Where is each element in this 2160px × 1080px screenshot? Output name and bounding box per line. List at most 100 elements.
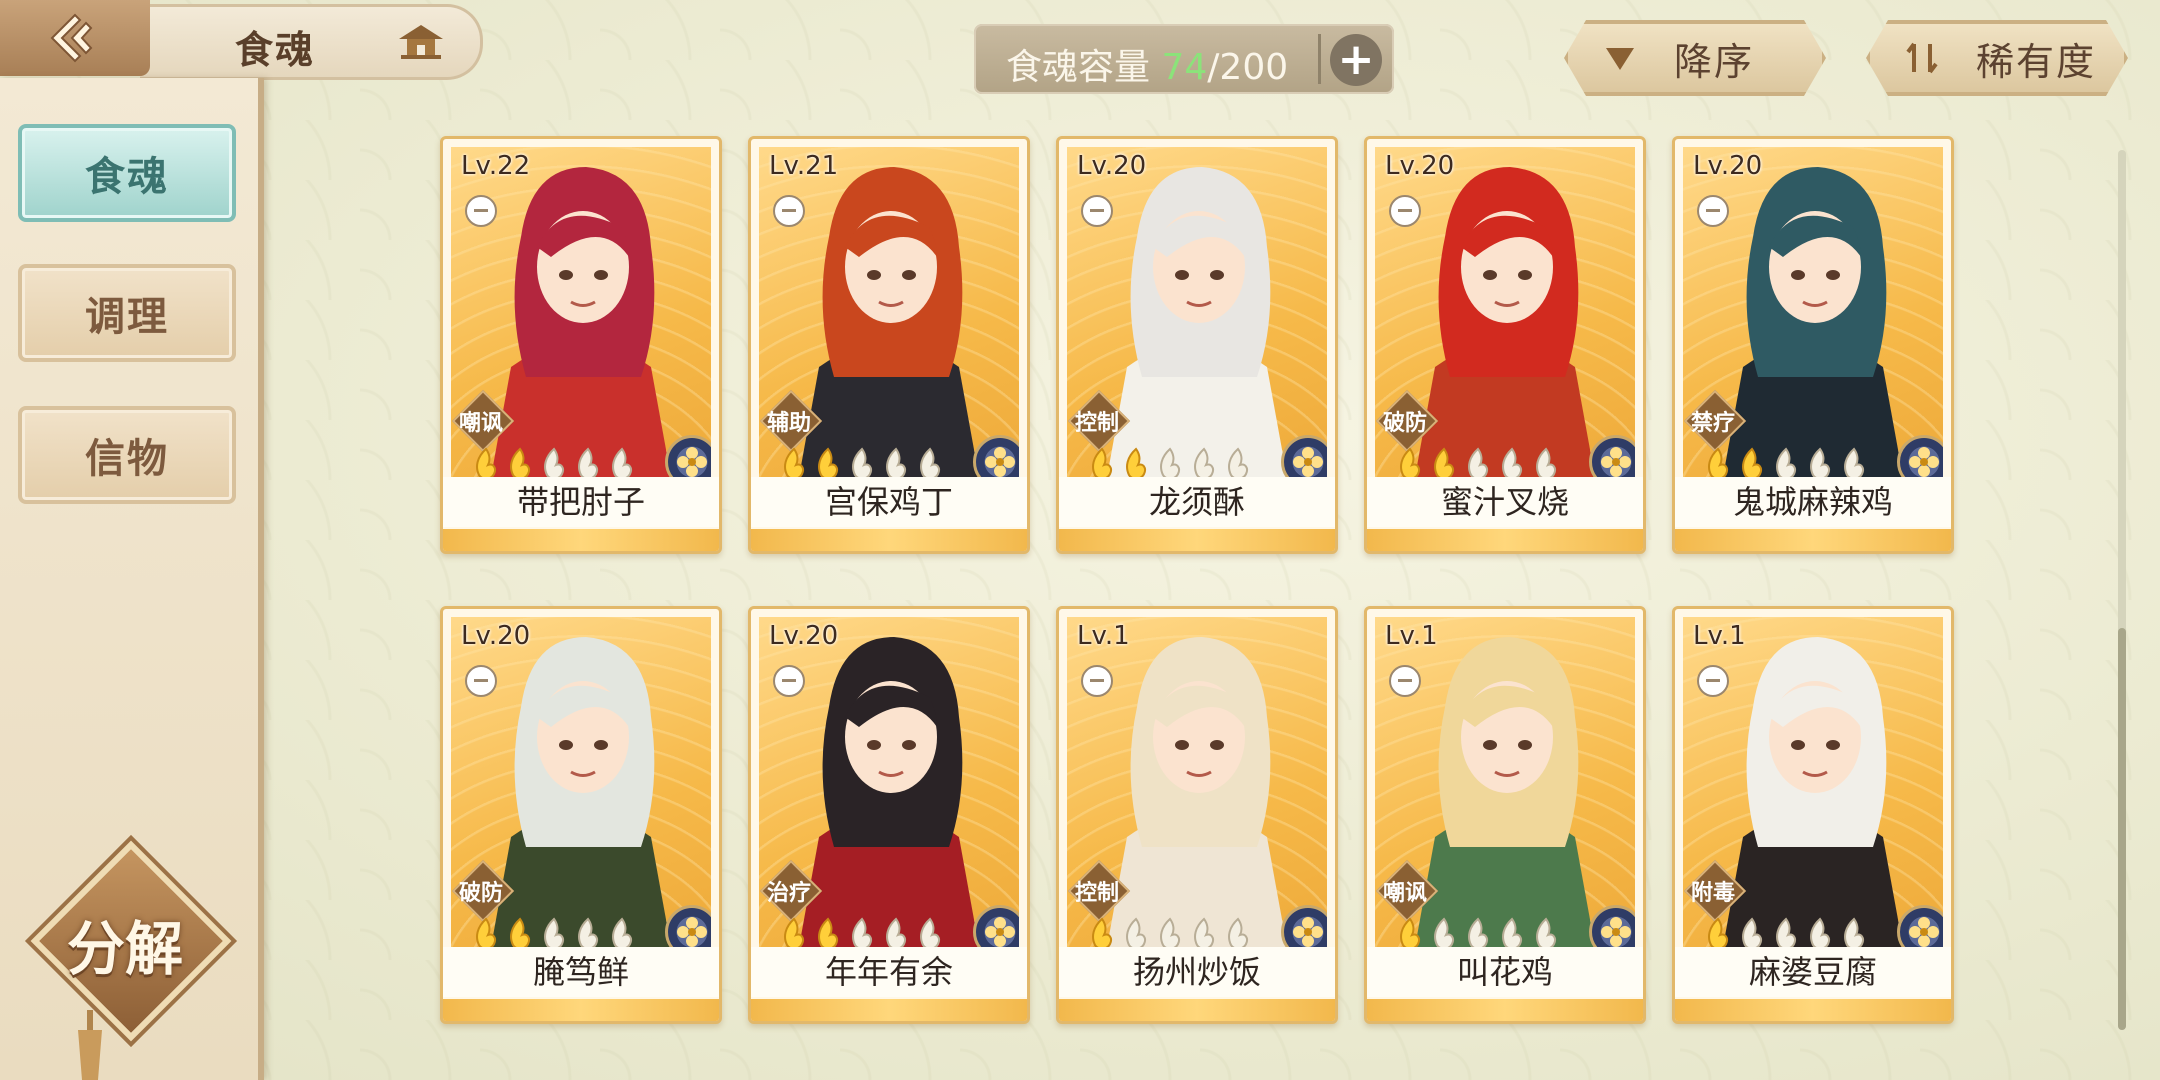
star-empty-icon: [1194, 447, 1215, 477]
title-bar: 食魂: [140, 4, 483, 80]
star-filled-icon: [1126, 447, 1147, 477]
star-rating: [1703, 447, 1869, 477]
star-filled-icon: [1092, 917, 1113, 947]
star-empty-icon: [1160, 447, 1181, 477]
card-name: 扬州炒饭: [1059, 947, 1335, 997]
food-soul-card[interactable]: Lv.20 破防: [440, 606, 722, 1024]
sidebar-item-conditioning[interactable]: 调理: [18, 264, 236, 362]
card-level: Lv.22: [461, 151, 531, 181]
star-rating: [1087, 917, 1253, 947]
flower-icon: [985, 447, 1015, 477]
role-label: 控制: [1074, 881, 1119, 906]
sidebar-item-tokens[interactable]: 信物: [18, 406, 236, 504]
lock-toggle-icon[interactable]: [773, 195, 805, 227]
card-rarity-strip: [751, 999, 1027, 1021]
star-filled-icon: [818, 447, 839, 477]
star-rating: [779, 917, 945, 947]
star-empty-icon: [1536, 447, 1557, 477]
back-button[interactable]: [0, 0, 150, 76]
card-level: Lv.1: [1077, 621, 1130, 651]
decompose-button[interactable]: 分解: [30, 840, 232, 1042]
card-level: Lv.21: [769, 151, 839, 181]
star-empty-icon: [612, 447, 633, 477]
star-empty-icon: [1434, 917, 1455, 947]
lock-toggle-icon[interactable]: [465, 665, 497, 697]
star-rating: [1395, 447, 1561, 477]
sidebar-item-label: 信物: [85, 436, 169, 482]
star-filled-icon: [784, 447, 805, 477]
decompose-label: 分解: [66, 915, 183, 983]
sort-order-button[interactable]: 降序: [1564, 20, 1826, 96]
lock-toggle-icon[interactable]: [1697, 195, 1729, 227]
sort-rarity-label: 稀有度: [1976, 39, 2097, 84]
card-rarity-strip: [1059, 529, 1335, 551]
card-level: Lv.1: [1385, 621, 1438, 651]
role-badge: 嘲讽: [451, 389, 515, 453]
food-soul-card[interactable]: Lv.22 嘲讽 带把肘子: [440, 136, 722, 554]
star-filled-icon: [818, 917, 839, 947]
star-empty-icon: [1810, 917, 1831, 947]
star-rating: [779, 447, 945, 477]
card-level: Lv.20: [769, 621, 839, 651]
card-level: Lv.20: [461, 621, 531, 651]
card-level: Lv.1: [1693, 621, 1746, 651]
star-empty-icon: [852, 917, 873, 947]
flower-icon: [985, 917, 1015, 947]
lock-toggle-icon[interactable]: [773, 665, 805, 697]
sort-rarity-button[interactable]: 稀有度: [1866, 20, 2128, 96]
food-soul-card[interactable]: Lv.1 附毒 麻婆豆腐: [1672, 606, 1954, 1024]
header: 食魂: [0, 0, 500, 80]
capacity-label: 食魂容量: [1006, 47, 1151, 88]
lock-toggle-icon[interactable]: [1081, 195, 1113, 227]
star-empty-icon: [852, 447, 873, 477]
role-label: 控制: [1074, 411, 1119, 436]
star-empty-icon: [1502, 917, 1523, 947]
star-empty-icon: [1810, 447, 1831, 477]
food-soul-card[interactable]: Lv.20 破防: [1364, 136, 1646, 554]
role-badge: 控制: [1067, 389, 1131, 453]
lock-toggle-icon[interactable]: [1697, 665, 1729, 697]
star-empty-icon: [1468, 447, 1489, 477]
lock-toggle-icon[interactable]: [1389, 195, 1421, 227]
star-rating: [471, 917, 637, 947]
star-empty-icon: [1228, 447, 1249, 477]
food-soul-card[interactable]: Lv.20 禁疗 鬼城麻辣鸡: [1672, 136, 1954, 554]
card-level: Lv.20: [1385, 151, 1455, 181]
food-soul-card[interactable]: Lv.1 嘲讽 叫花鸡: [1364, 606, 1646, 1024]
card-portrait-area: Lv.20 破防: [451, 617, 711, 947]
capacity-current: 74: [1161, 47, 1208, 88]
pavilion-icon[interactable]: [395, 21, 447, 63]
star-empty-icon: [1844, 917, 1865, 947]
star-filled-icon: [1708, 917, 1729, 947]
food-soul-card[interactable]: Lv.21 辅助 宫保鸡丁: [748, 136, 1030, 554]
star-rating: [1703, 917, 1869, 947]
role-badge: 破防: [1375, 389, 1439, 453]
food-soul-card[interactable]: Lv.1 控制 扬州炒饭: [1056, 606, 1338, 1024]
flower-icon: [1293, 917, 1323, 947]
star-empty-icon: [1468, 917, 1489, 947]
star-rating: [1395, 917, 1561, 947]
role-label: 嘲讽: [1382, 881, 1427, 906]
flower-icon: [1601, 917, 1631, 947]
role-badge: 治疗: [759, 859, 823, 923]
role-badge: 嘲讽: [1375, 859, 1439, 923]
lock-toggle-icon[interactable]: [1389, 665, 1421, 697]
sidebar-item-label: 调理: [85, 294, 169, 340]
role-label: 破防: [458, 881, 503, 906]
scrollbar-thumb[interactable]: [2118, 628, 2126, 1030]
sort-descending-icon: [1602, 40, 1638, 76]
food-soul-card[interactable]: Lv.20 治疗 年年有余: [748, 606, 1030, 1024]
star-filled-icon: [1400, 917, 1421, 947]
lock-toggle-icon[interactable]: [1081, 665, 1113, 697]
food-soul-card[interactable]: Lv.20 控制 龙须酥: [1056, 136, 1338, 554]
expand-capacity-button[interactable]: +: [1330, 34, 1382, 86]
card-portrait-area: Lv.20 破防: [1375, 147, 1635, 477]
star-empty-icon: [612, 917, 633, 947]
star-empty-icon: [920, 447, 941, 477]
flower-icon: [677, 917, 707, 947]
star-empty-icon: [1228, 917, 1249, 947]
role-label: 附毒: [1690, 881, 1735, 906]
lock-toggle-icon[interactable]: [465, 195, 497, 227]
sidebar-item-food-souls[interactable]: 食魂: [18, 124, 236, 222]
star-filled-icon: [784, 917, 805, 947]
